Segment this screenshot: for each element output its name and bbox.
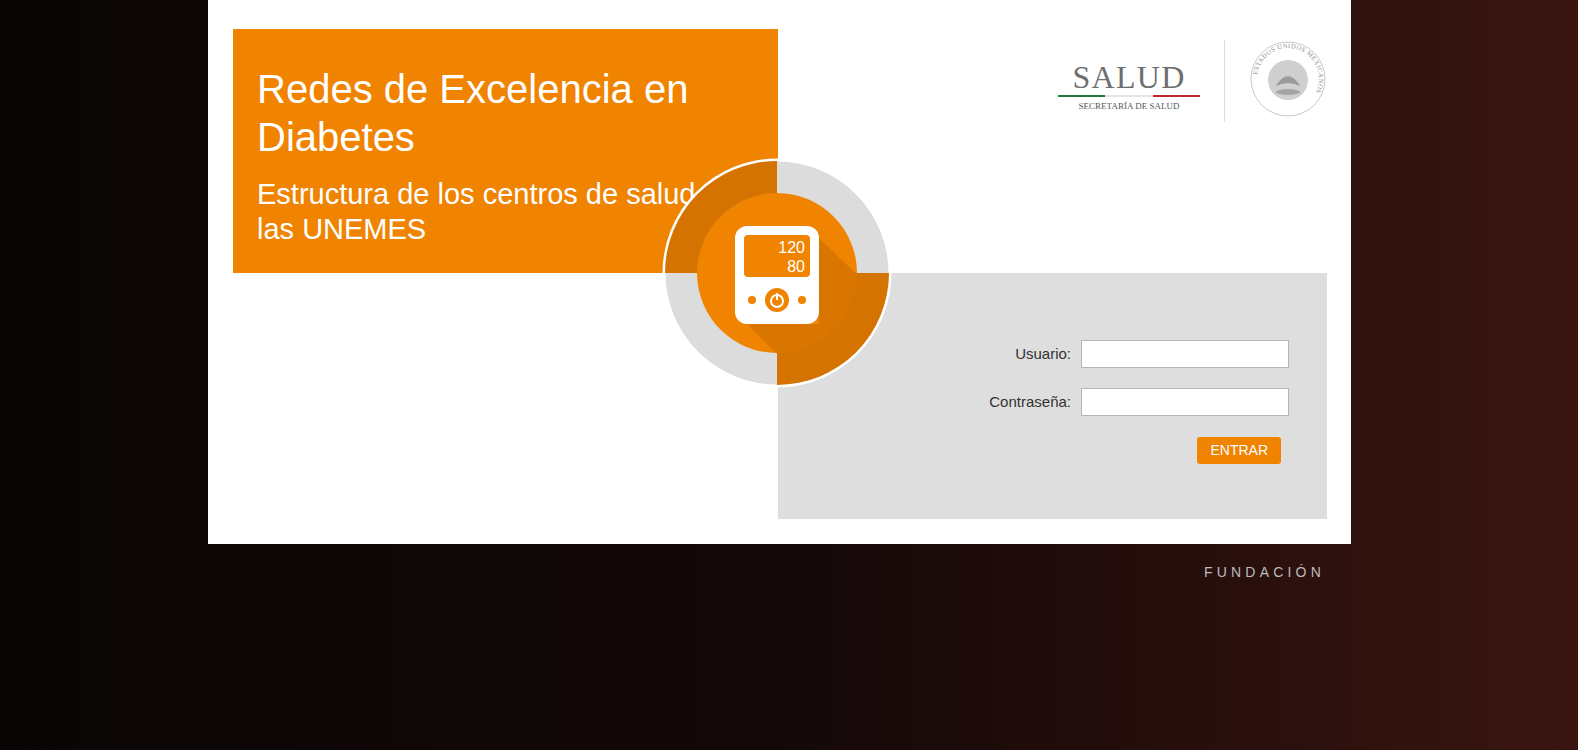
form-row-field: Usuario:: [1015, 340, 1289, 368]
svg-text:80: 80: [787, 258, 805, 275]
footer-brand: FUNDACIÓN: [1204, 562, 1325, 583]
title-box: Redes de Excelencia en Diabetes Estructur…: [233, 29, 778, 273]
login-panel: Usuario: Contraseña: ENTRAR: [778, 273, 1327, 519]
subtitle: Estructura de los centros de salud y las…: [257, 177, 737, 247]
field-input[interactable]: [1081, 340, 1289, 368]
salud-logo: SALUD SECRETARÍA DE SALUD: [1058, 40, 1200, 113]
login-page: Redes de Excelencia en Diabetes Estructur…: [0, 0, 1578, 750]
login-card: Redes de Excelencia en Diabetes Estructur…: [208, 0, 1351, 544]
submit-button[interactable]: ENTRAR: [1197, 437, 1281, 464]
svg-text:120: 120: [778, 239, 805, 256]
logo-divider: [1224, 40, 1225, 122]
field-label: Usuario:: [1015, 343, 1071, 366]
header-row: Redes de Excelencia en Diabetes Estructur…: [233, 29, 1327, 273]
footer: FUNDACIÓN: [208, 562, 1351, 583]
field-label: Contraseña:: [989, 391, 1071, 414]
flag-stripe: [1058, 95, 1200, 97]
form-row: Usuario: Contraseña: ENTRAR: [233, 273, 1327, 519]
title: Redes de Excelencia en Diabetes: [257, 65, 737, 161]
mexico-seal-icon: ESTADOS UNIDOS MEXICANOS: [1249, 40, 1327, 118]
field-input[interactable]: [1081, 388, 1289, 416]
blood-pressure-monitor-icon: 12080: [662, 158, 892, 388]
salud-logo-department: SECRETARÍA DE SALUD: [1079, 99, 1180, 113]
logos: SALUD SECRETARÍA DE SALUD ESTADOS UNIDOS M…: [1058, 29, 1327, 273]
salud-logo-name: SALUD: [1072, 60, 1185, 94]
monitor-badge: 12080: [662, 158, 892, 388]
form-row-field: Contraseña:: [989, 388, 1289, 416]
